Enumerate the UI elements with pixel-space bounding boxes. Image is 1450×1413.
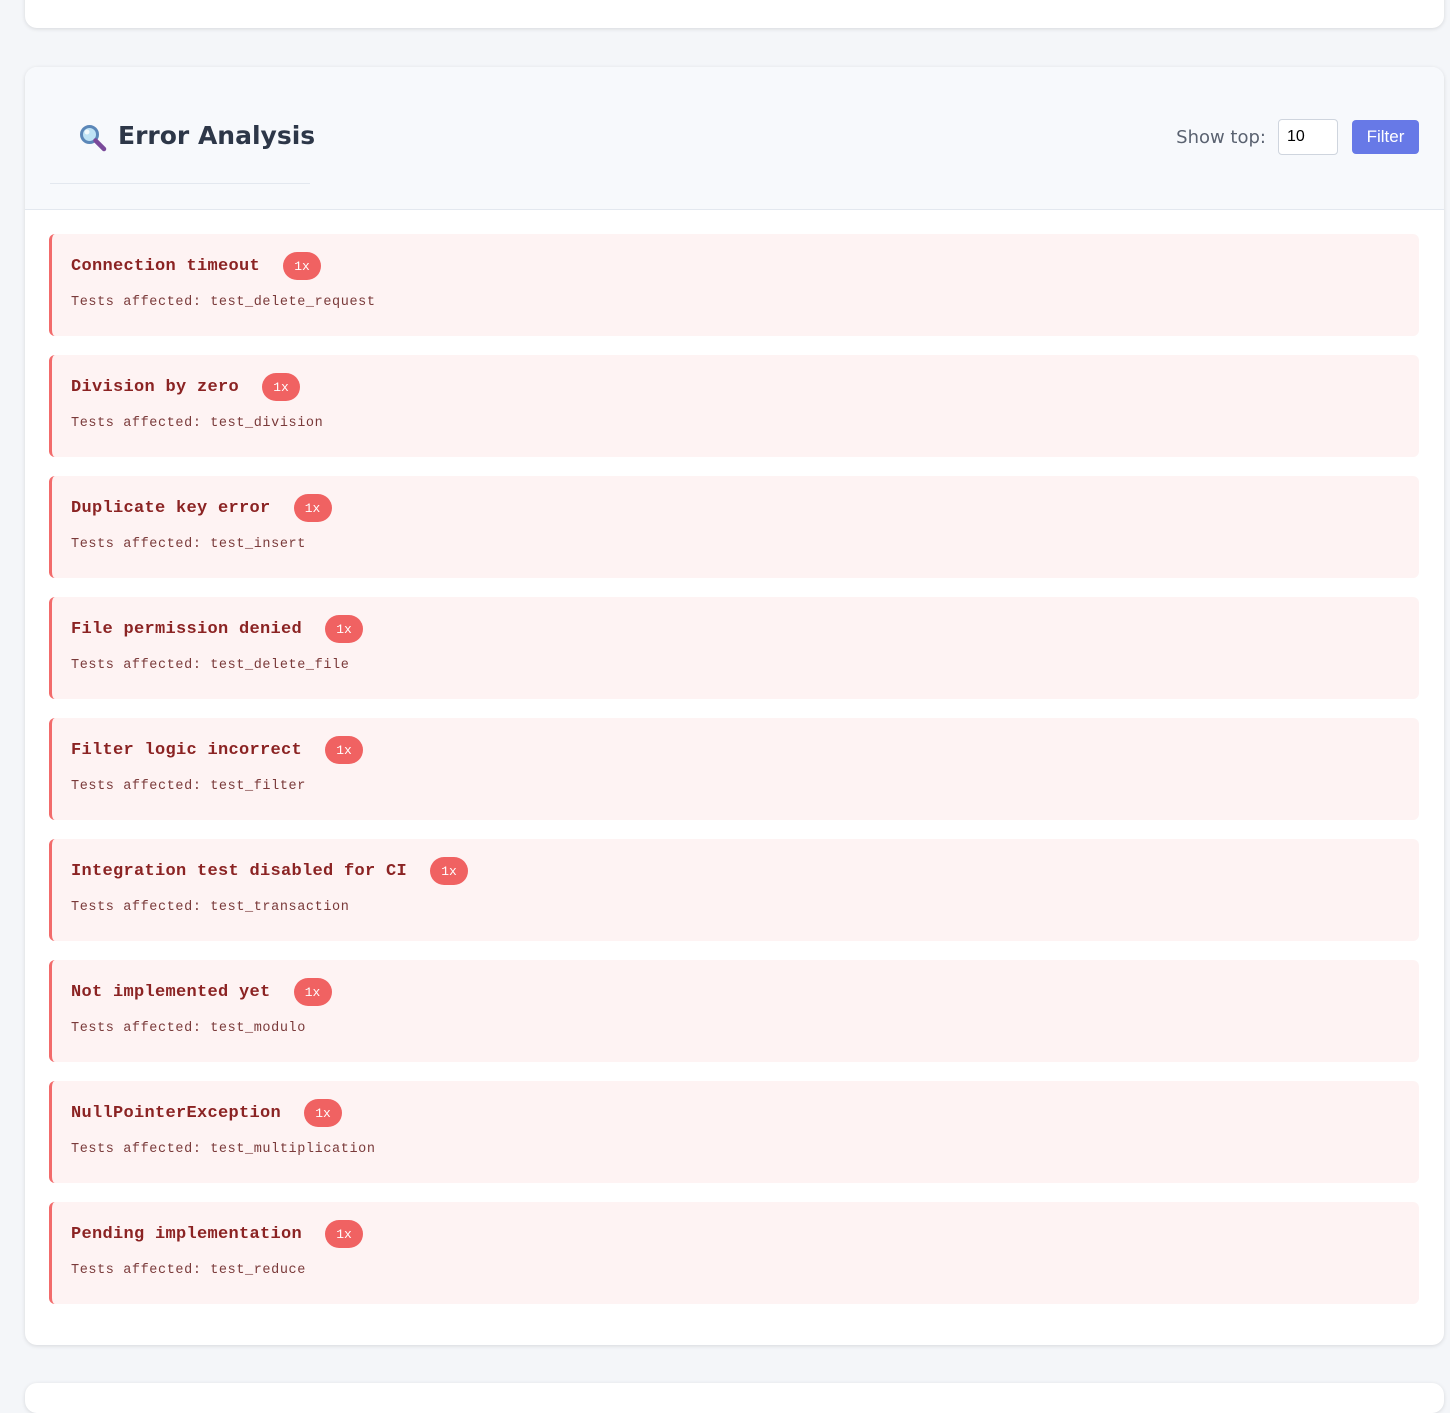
error-title: Integration test disabled for CI — [71, 861, 408, 881]
filter-button[interactable]: Filter — [1352, 120, 1419, 154]
error-item: Division by zero 1x Tests affected: test_d… — [49, 355, 1419, 457]
previous-card — [25, 0, 1444, 28]
error-title: Division by zero — [71, 377, 240, 397]
tests-affected: Tests affected: test_reduce — [71, 1263, 306, 1278]
count-badge: 1x — [293, 978, 332, 1006]
count-badge: 1x — [293, 494, 332, 522]
error-title: Not implemented yet — [71, 982, 271, 1002]
count-badge: 1x — [262, 373, 301, 401]
error-item: Filter logic incorrect 1x Tests affected: … — [49, 718, 1419, 820]
error-head: Integration test disabled for CI 1x — [71, 857, 469, 885]
error-title: Duplicate key error — [71, 498, 271, 518]
error-analysis-card: Error Analysis Show top: Filter Connecti… — [25, 67, 1444, 1345]
tests-affected: Tests affected: test_transaction — [71, 900, 350, 915]
error-title: NullPointerException — [71, 1103, 282, 1123]
count-badge: 1x — [430, 857, 469, 885]
error-item: Duplicate key error 1x Tests affected: tes… — [49, 476, 1419, 578]
tests-affected: Tests affected: test_division — [71, 416, 324, 431]
count-badge: 1x — [304, 1099, 343, 1127]
error-head: Connection timeout 1x — [71, 252, 322, 280]
error-head: Not implemented yet 1x — [71, 978, 332, 1006]
tests-affected: Tests affected: test_filter — [71, 779, 306, 794]
error-item: Connection timeout 1x Tests affected: test… — [49, 234, 1419, 336]
section-header: Error Analysis Show top: Filter — [25, 67, 1444, 210]
tests-affected: Tests affected: test_modulo — [71, 1021, 306, 1036]
error-title: Pending implementation — [71, 1224, 303, 1244]
error-head: Division by zero 1x — [71, 373, 301, 401]
error-item: Integration test disabled for CI 1x Tests … — [49, 839, 1419, 941]
error-item: File permission denied 1x Tests affected: … — [49, 597, 1419, 699]
error-item: Pending implementation 1x Tests affected: … — [49, 1202, 1419, 1304]
show-top-input[interactable] — [1278, 119, 1338, 155]
show-top-label: Show top: — [1176, 126, 1266, 148]
error-title: File permission denied — [71, 619, 303, 639]
next-card — [25, 1383, 1444, 1413]
tests-affected: Tests affected: test_insert — [71, 537, 306, 552]
error-head: Duplicate key error 1x — [71, 494, 332, 522]
error-head: File permission denied 1x — [71, 615, 364, 643]
section-title: Error Analysis — [118, 121, 316, 150]
title-wrap: Error Analysis — [50, 67, 315, 184]
count-badge: 1x — [325, 615, 364, 643]
tests-affected: Tests affected: test_multiplication — [71, 1142, 376, 1157]
error-head: Pending implementation 1x — [71, 1220, 364, 1248]
error-item: NullPointerException 1x Tests affected: te… — [49, 1081, 1419, 1183]
error-head: NullPointerException 1x — [71, 1099, 343, 1127]
tests-affected: Tests affected: test_delete_file — [71, 658, 350, 673]
top-filter-controls: Show top: Filter — [1176, 119, 1419, 155]
error-item: Not implemented yet 1x Tests affected: tes… — [49, 960, 1419, 1062]
tests-affected: Tests affected: test_delete_request — [71, 295, 376, 310]
count-badge: 1x — [325, 1220, 364, 1248]
count-badge: 1x — [325, 736, 364, 764]
error-title: Connection timeout — [71, 256, 261, 276]
error-list: Connection timeout 1x Tests affected: test… — [49, 234, 1419, 1323]
count-badge: 1x — [283, 252, 322, 280]
error-head: Filter logic incorrect 1x — [71, 736, 364, 764]
magnifier-icon — [80, 125, 107, 152]
error-title: Filter logic incorrect — [71, 740, 303, 760]
